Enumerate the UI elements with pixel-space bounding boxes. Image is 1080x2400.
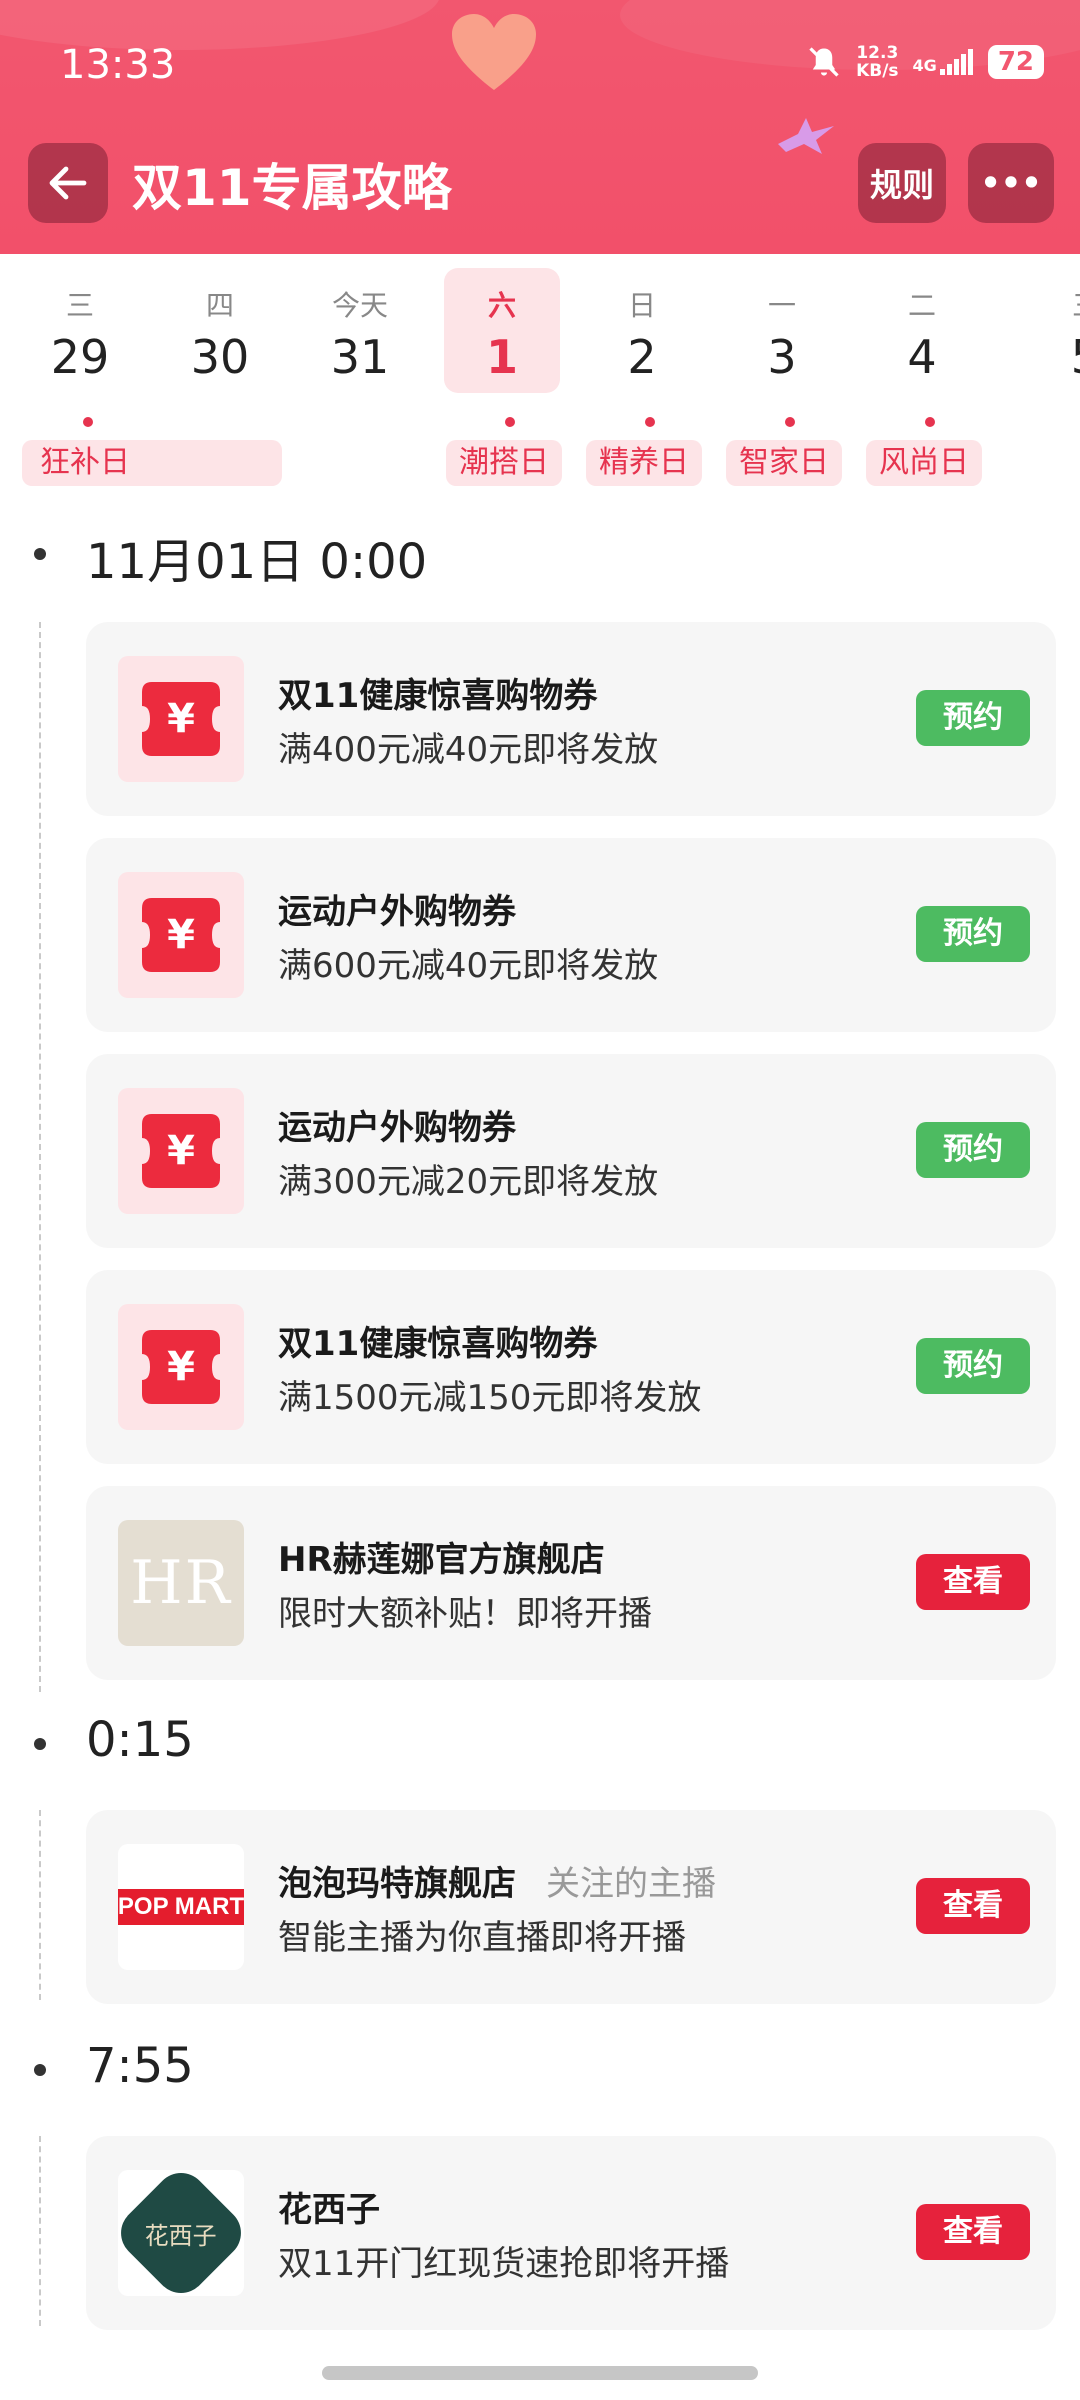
theme-tag: 风尚日	[866, 440, 982, 486]
theme-tag: 智家日	[726, 440, 842, 486]
event-dot	[505, 417, 515, 427]
arrow-left-icon	[49, 166, 87, 200]
item-title: 泡泡玛特旗舰店 关注的主播	[278, 1856, 716, 1905]
yuan-coupon-icon: ¥	[142, 1114, 220, 1188]
battery-indicator: 72	[987, 45, 1044, 79]
home-indicator[interactable]	[322, 2366, 758, 2380]
item-subtitle: 智能主播为你直播即将开播	[278, 1918, 686, 1958]
rules-button[interactable]: 规则	[858, 143, 946, 223]
store-name: 泡泡玛特旗舰店	[278, 1864, 516, 1904]
coupon-thumbnail: ¥	[118, 872, 244, 998]
yuan-coupon-icon: ¥	[142, 1330, 220, 1404]
reserve-button[interactable]: 预约	[916, 690, 1030, 746]
list-item[interactable]: ¥ 运动户外购物券 满600元减40元即将发放 预约	[86, 838, 1056, 1032]
calendar-day-today[interactable]: 今天 31	[302, 268, 418, 393]
signal-label: 4G	[912, 56, 937, 75]
coupon-thumbnail: ¥	[118, 1088, 244, 1214]
timeline-bullet	[34, 2064, 46, 2076]
calendar-day-selected[interactable]: 六 1	[444, 268, 560, 393]
item-subtitle: 满300元减20元即将发放	[278, 1162, 659, 1202]
timeline-time: 7:55	[86, 2038, 194, 2094]
item-subtitle: 满1500元减150元即将发放	[278, 1378, 702, 1418]
calendar-day[interactable]: 三 29	[22, 268, 138, 393]
calendar-day[interactable]: 日 2	[584, 268, 700, 393]
item-subtitle: 限时大额补贴！即将开播	[278, 1594, 652, 1634]
calendar-day[interactable]: 三 5	[1004, 268, 1080, 393]
timeline-time: 0:15	[86, 1712, 194, 1768]
list-item[interactable]: ¥ 运动户外购物券 满300元减20元即将发放 预约	[86, 1054, 1056, 1248]
huaxizi-store-logo: 花西子	[118, 2170, 244, 2296]
theme-tag: 精养日	[586, 440, 702, 486]
item-subtitle: 双11开门红现货速抢即将开播	[278, 2244, 730, 2284]
item-title: 花西子	[278, 2190, 380, 2230]
svg-text:¥: ¥	[167, 1344, 195, 1390]
event-dot	[785, 417, 795, 427]
list-item[interactable]: ¥ 双11健康惊喜购物券 满1500元减150元即将发放 预约	[86, 1270, 1056, 1464]
more-options-button[interactable]: •••	[968, 143, 1054, 223]
reserve-button[interactable]: 预约	[916, 1338, 1030, 1394]
signal-indicator: 4G	[913, 49, 974, 75]
list-item[interactable]: 花西子 花西子 双11开门红现货速抢即将开播 查看	[86, 2136, 1056, 2330]
coupon-thumbnail: ¥	[118, 1304, 244, 1430]
list-item[interactable]: HR HR赫莲娜官方旗舰店 限时大额补贴！即将开播 查看	[86, 1486, 1056, 1680]
signal-bars-icon	[939, 49, 973, 75]
status-time: 13:33	[60, 42, 176, 88]
theme-tag: 狂补日	[22, 440, 282, 486]
status-bar: 13:33 12.3 KB/s 4G 72	[0, 0, 1080, 130]
yuan-coupon-icon: ¥	[142, 898, 220, 972]
item-title: 双11健康惊喜购物券	[278, 1324, 598, 1364]
popmart-store-logo: POP MART	[118, 1844, 244, 1970]
page-header: 13:33 12.3 KB/s 4G 72 双11专属攻略 规则 •••	[0, 0, 1080, 254]
view-button[interactable]: 查看	[916, 1554, 1030, 1610]
reserve-button[interactable]: 预约	[916, 906, 1030, 962]
back-button[interactable]	[28, 143, 108, 223]
followed-streamer-tag: 关注的主播	[546, 1864, 716, 1904]
timeline-bullet	[34, 548, 46, 560]
net-speed: 12.3 KB/s	[856, 43, 899, 81]
event-dot	[83, 417, 93, 427]
list-item[interactable]: ¥ 双11健康惊喜购物券 满400元减40元即将发放 预约	[86, 622, 1056, 816]
timeline-line	[39, 622, 41, 1692]
event-dot	[645, 417, 655, 427]
event-dot	[925, 417, 935, 427]
svg-text:¥: ¥	[167, 1128, 195, 1174]
timeline-line	[39, 2136, 41, 2326]
timeline-line	[39, 1810, 41, 2000]
yuan-coupon-icon: ¥	[142, 682, 220, 756]
view-button[interactable]: 查看	[916, 2204, 1030, 2260]
mute-icon	[809, 47, 839, 77]
item-subtitle: 满600元减40元即将发放	[278, 946, 659, 986]
svg-text:¥: ¥	[167, 696, 195, 742]
calendar-day[interactable]: 二 4	[864, 268, 980, 393]
item-title: 运动户外购物券	[278, 892, 516, 932]
timeline-bullet	[34, 1738, 46, 1750]
calendar-day[interactable]: 一 3	[724, 268, 840, 393]
theme-tag: 潮搭日	[446, 440, 562, 486]
huaxizi-logo-badge: 花西子	[118, 2170, 244, 2296]
svg-text:¥: ¥	[167, 912, 195, 958]
list-item[interactable]: POP MART 泡泡玛特旗舰店 关注的主播 智能主播为你直播即将开播 查看	[86, 1810, 1056, 2004]
reserve-button[interactable]: 预约	[916, 1122, 1030, 1178]
item-title: 双11健康惊喜购物券	[278, 676, 598, 716]
hr-store-logo: HR	[118, 1520, 244, 1646]
item-subtitle: 满400元减40元即将发放	[278, 730, 659, 770]
page-title: 双11专属攻略	[132, 159, 452, 217]
item-title: 运动户外购物券	[278, 1108, 516, 1148]
item-title: HR赫莲娜官方旗舰店	[278, 1540, 605, 1580]
coupon-thumbnail: ¥	[118, 656, 244, 782]
timeline-time: 11月01日 0:00	[86, 534, 428, 590]
view-button[interactable]: 查看	[916, 1878, 1030, 1934]
date-selector: 三 29 四 30 今天 31 六 1 日 2 一 3 二 4 三 5 狂补日 …	[0, 254, 1080, 494]
calendar-day[interactable]: 四 30	[162, 268, 278, 393]
